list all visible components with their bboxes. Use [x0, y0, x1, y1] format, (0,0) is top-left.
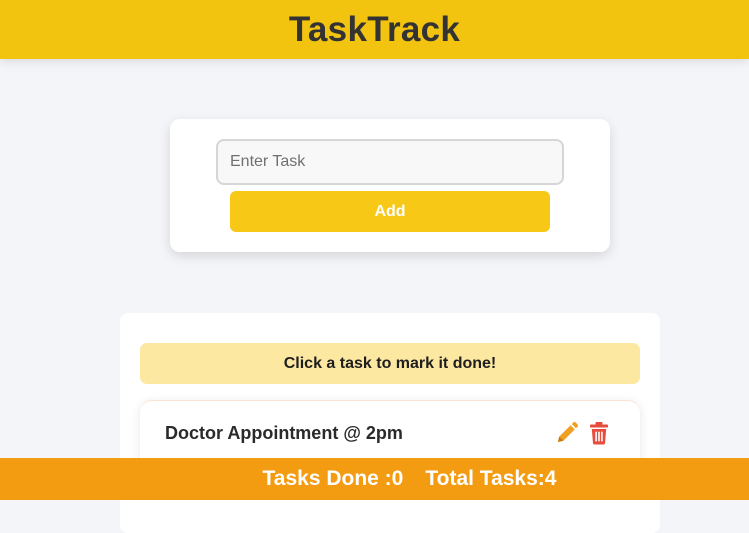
task-input-card: Add [170, 119, 610, 252]
task-stats-footer: Tasks Done :0 Total Tasks:4 [0, 458, 749, 500]
app-title: TaskTrack [288, 9, 461, 49]
trash-icon[interactable] [587, 421, 611, 445]
task-list-card: Click a task to mark it done! Doctor App… [120, 313, 660, 533]
app-header: TaskTrack [0, 0, 749, 59]
hint-banner: Click a task to mark it done! [140, 343, 640, 384]
task-text: Doctor Appointment @ 2pm [165, 423, 403, 443]
total-tasks-count: Total Tasks:4 [425, 467, 557, 490]
tasks-done-count: Tasks Done :0 [262, 467, 404, 490]
add-task-button[interactable]: Add [230, 191, 550, 232]
pencil-icon[interactable] [555, 421, 579, 445]
task-input[interactable] [216, 139, 564, 185]
